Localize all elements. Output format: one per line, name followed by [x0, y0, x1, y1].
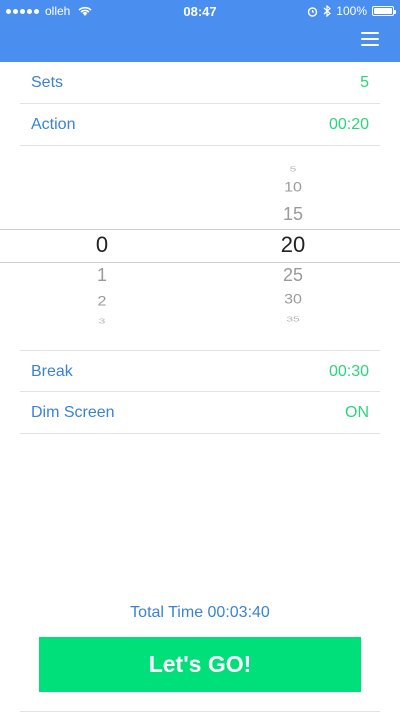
picker-seconds-option[interactable]: 30 [263, 292, 323, 307]
picker-seconds-option[interactable]: 10 [263, 180, 323, 195]
total-time: Total Time 00:03:40 [130, 604, 270, 621]
picker-seconds-option[interactable]: 5 [263, 165, 323, 173]
break-row[interactable]: Break 00:30 [20, 350, 380, 392]
dim-screen-toggle[interactable]: ON [345, 404, 369, 422]
picker-selection-band [0, 229, 400, 263]
picker-minutes-option[interactable]: 2 [72, 294, 132, 309]
picker-minutes-option[interactable]: 3 [72, 317, 132, 325]
lets-go-button[interactable]: Let's GO! [39, 637, 361, 692]
break-value: 00:30 [328, 363, 369, 380]
status-bar: olleh 08:47 100% [0, 0, 400, 22]
alarm-icon [308, 6, 318, 17]
time-picker[interactable]: 0 1 2 3 5 10 15 20 25 30 35 [0, 146, 400, 350]
bluetooth-icon [323, 5, 332, 17]
picker-seconds-option[interactable]: 15 [263, 204, 323, 225]
sets-row[interactable]: Sets 5 [20, 62, 380, 104]
picker-minutes-selected[interactable]: 0 [72, 232, 132, 258]
status-right: 100% [307, 4, 396, 18]
picker-seconds-option[interactable]: 35 [263, 315, 323, 323]
dim-screen-label: Dim Screen [31, 404, 115, 421]
hamburger-menu-icon[interactable] [361, 32, 379, 46]
sets-value: 5 [360, 74, 369, 91]
picker-seconds-option[interactable]: 25 [263, 265, 323, 286]
action-value: 00:20 [328, 116, 369, 133]
action-row[interactable]: Action 00:20 [20, 104, 380, 146]
sets-label: Sets [31, 74, 64, 91]
break-label: Break [31, 363, 73, 380]
top-bar: olleh 08:47 100% [0, 0, 400, 62]
dim-screen-row[interactable]: Dim Screen ON [20, 392, 380, 434]
action-label: Action [31, 116, 76, 133]
battery-icon [372, 6, 396, 16]
picker-seconds-selected[interactable]: 20 [263, 232, 323, 258]
battery-percent: 100% [336, 4, 367, 18]
picker-minutes-option[interactable]: 1 [72, 265, 132, 286]
